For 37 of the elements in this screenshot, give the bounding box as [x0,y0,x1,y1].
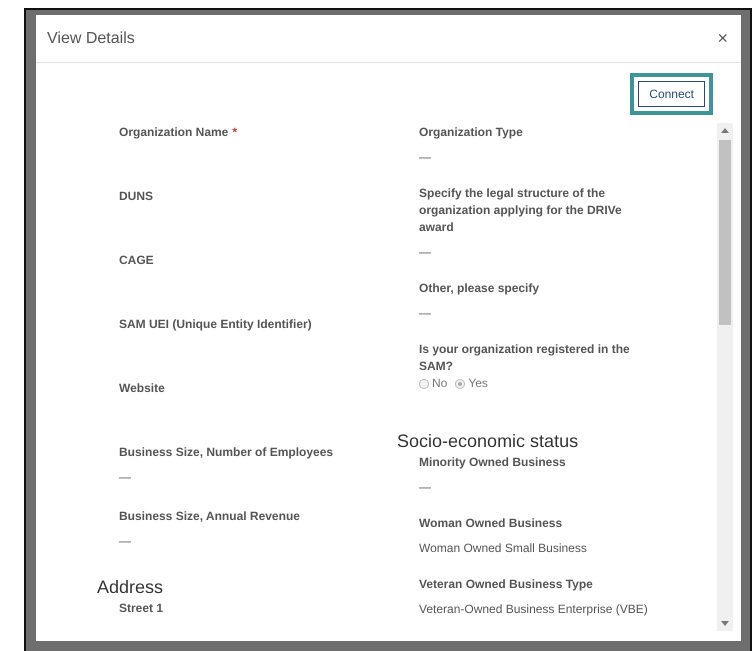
required-mark: * [232,125,238,139]
field-value: — [419,244,432,261]
field-label: Is your organization registered in the SAM? [419,341,631,375]
scroll-down-icon[interactable] [721,621,729,626]
field-value: — [419,479,432,496]
field-label: Business Size, Number of Employees [119,444,334,461]
field-value: — [119,469,132,486]
field-label: Veteran Owned Business Type [419,576,594,593]
field-value: — [419,149,432,166]
field-value: Veteran-Owned Business Enterprise (VBE) [419,601,649,618]
field-value: — [119,533,132,550]
scroll-thumb[interactable] [719,140,731,325]
field-label: Minority Owned Business [419,454,567,471]
field-value: — [419,305,432,322]
field-label: Business Size, Annual Revenue [119,508,301,525]
field-label: SAM UEI (Unique Entity Identifier) [119,316,313,333]
radio-label: Yes [468,375,488,392]
radio-button[interactable] [419,378,429,388]
field-label: Woman Owned Business [419,515,564,532]
dialog-title: View Details [47,30,135,48]
field-label: Organization Name * [119,124,238,141]
connect-button[interactable]: Connect [638,81,705,107]
section-heading: Address [97,576,164,598]
field-value: Woman Owned Small Business [419,540,588,557]
field-label: Specify the legal structure of the organization applying for the DRIVe award [419,185,623,236]
field-label: Website [119,380,166,397]
scroll-up-icon[interactable] [721,128,729,133]
radio-button[interactable] [455,378,466,388]
close-button[interactable]: × [715,28,730,49]
radio-label: No [432,375,448,392]
scrollbar[interactable] [717,123,733,631]
field-label: Street 1 [119,600,164,617]
field-label: DUNS [119,188,154,205]
field-label: Other, please specify [419,280,540,297]
section-heading: Socio-economic status [397,430,580,452]
field-label: CAGE [119,252,155,269]
field-label: Organization Type [419,124,524,141]
